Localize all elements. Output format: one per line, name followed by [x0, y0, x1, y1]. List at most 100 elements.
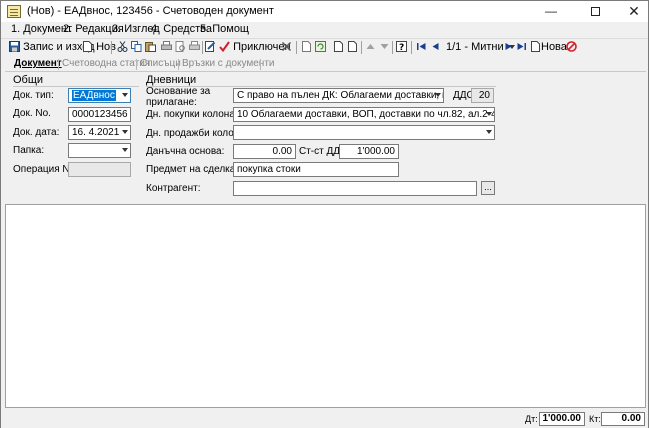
menu-help[interactable]: 5. Помощ: [200, 23, 249, 35]
print-icon: [161, 41, 172, 50]
down-icon: [380, 44, 389, 49]
print-setup-button[interactable]: [189, 40, 200, 55]
doc-type-select[interactable]: ЕАДвнос: [68, 88, 131, 103]
cancel-button[interactable]: [566, 40, 577, 55]
credit-label: Кт:: [589, 414, 601, 424]
basis-select[interactable]: С право на пълен ДК: Облагаеми доставки,…: [233, 88, 444, 103]
doc-icon: [348, 41, 357, 52]
general-heading: Общи: [13, 74, 44, 86]
debit-total: 1'000.00: [539, 412, 585, 426]
toolbar-separator: [296, 41, 297, 54]
last-icon: [517, 43, 526, 50]
vat-rate-field: 20: [471, 88, 494, 103]
document-copy-button[interactable]: [347, 40, 358, 55]
sales-column-select[interactable]: [233, 125, 495, 140]
doc-no-label: Док. No.: [13, 108, 51, 119]
record-nav-label: 1/1 - Митни: [446, 41, 504, 53]
new-record-button[interactable]: Нова: [530, 40, 567, 55]
tab-separator: [136, 59, 137, 70]
credit-total: 0.00: [601, 412, 645, 426]
tab-document[interactable]: Документ: [14, 58, 62, 69]
move-down-button[interactable]: [379, 40, 390, 55]
doc-copy-icon: [334, 41, 343, 52]
chevron-down-icon: [486, 130, 492, 134]
paste-icon: [145, 42, 156, 52]
first-record-button[interactable]: [416, 40, 427, 55]
up-icon: [366, 44, 375, 49]
tab-separator: [260, 59, 261, 70]
delete-button[interactable]: [281, 40, 292, 55]
toolbar-separator: [361, 41, 362, 54]
folder-select[interactable]: [68, 143, 131, 158]
doc-type-label: Док. тип:: [13, 90, 54, 101]
document-form: Общи Док. тип: ЕАДвнос Док. No. 00001234…: [5, 71, 646, 203]
next-icon: [505, 43, 512, 50]
close-button[interactable]: ✕: [615, 1, 649, 22]
chevron-down-icon: [122, 130, 128, 134]
purchase-column-label: Дн. покупки колона:: [146, 109, 238, 120]
window-title: (Нов) - ЕАДвнос, 123456 - Счетоводен док…: [27, 5, 274, 17]
vat-amount-field[interactable]: 1'000.00: [339, 144, 399, 159]
new-label: Нов: [96, 41, 116, 53]
tax-base-field[interactable]: 0.00: [233, 144, 296, 159]
purchase-column-value: 10 Облагаеми доставки, ВОП, доставки по …: [237, 109, 494, 120]
new-item-button[interactable]: [301, 40, 312, 55]
document-app-icon: [7, 5, 21, 18]
toolbar-separator: [202, 41, 203, 54]
tab-lists[interactable]: Списъци: [140, 58, 181, 69]
prev-record-button[interactable]: [430, 40, 441, 55]
subject-field[interactable]: покупка стоки: [233, 162, 399, 177]
tab-separator: [178, 59, 179, 70]
print-button[interactable]: [161, 40, 172, 55]
minimize-button[interactable]: —: [532, 1, 570, 22]
maximize-icon: [590, 7, 600, 17]
svg-text:?: ?: [399, 43, 404, 52]
title-bar: (Нов) - ЕАДвнос, 123456 - Счетоводен док…: [1, 1, 648, 22]
refresh-button[interactable]: [315, 40, 326, 55]
cancel-icon: [566, 41, 577, 52]
edit-button[interactable]: [205, 40, 216, 55]
paste-button[interactable]: [145, 40, 156, 55]
journals-heading: Дневници: [146, 74, 197, 86]
general-divider: [13, 86, 139, 87]
doc-date-field[interactable]: 16. 4.2021: [68, 125, 131, 140]
print-setup-icon: [189, 41, 200, 50]
prev-icon: [432, 43, 439, 50]
edit-icon: [205, 41, 216, 52]
save-icon: [9, 41, 20, 52]
document-button[interactable]: [333, 40, 344, 55]
tab-separator: [58, 59, 59, 70]
last-record-button[interactable]: [516, 40, 527, 55]
basis-label: Основание за прилагане:: [146, 86, 211, 108]
check-icon: [219, 41, 230, 52]
operation-field: [68, 162, 131, 177]
tax-base-label: Данъчна основа:: [146, 146, 225, 157]
copy-button[interactable]: [131, 40, 142, 55]
next-record-button[interactable]: [503, 40, 514, 55]
move-up-button[interactable]: [365, 40, 376, 55]
doc-no-field[interactable]: 0000123456: [68, 107, 131, 122]
folder-label: Папка:: [13, 145, 45, 156]
status-bar: Дт: 1'000.00 Кт: 0.00: [1, 409, 648, 428]
maximize-button[interactable]: [576, 1, 614, 22]
finished-button[interactable]: Приключен: [219, 40, 291, 55]
chevron-down-icon: [122, 148, 128, 152]
toolbar-separator: [111, 41, 112, 54]
entries-grid[interactable]: [5, 204, 646, 408]
toolbar: Запис и изход Нов Приключен ? 1/1 - Митн…: [1, 38, 648, 56]
copy-icon: [131, 41, 142, 52]
debit-label: Дт:: [525, 414, 538, 424]
cut-button[interactable]: [117, 40, 128, 55]
basis-value: С право на пълен ДК: Облагаеми доставки,…: [237, 90, 443, 101]
chevron-down-icon: [486, 112, 492, 116]
main-window: (Нов) - ЕАДвнос, 123456 - Счетоводен док…: [0, 0, 649, 428]
chevron-down-icon: [435, 93, 441, 97]
toolbar-separator: [392, 41, 393, 54]
first-icon: [417, 43, 426, 50]
purchase-column-select[interactable]: 10 Облагаеми доставки, ВОП, доставки по …: [233, 107, 495, 122]
preview-button[interactable]: [175, 40, 186, 55]
help-icon: ?: [396, 41, 407, 52]
contractor-browse-button[interactable]: ...: [481, 181, 495, 195]
contractor-field[interactable]: [233, 181, 477, 196]
help-button[interactable]: ?: [396, 40, 407, 55]
